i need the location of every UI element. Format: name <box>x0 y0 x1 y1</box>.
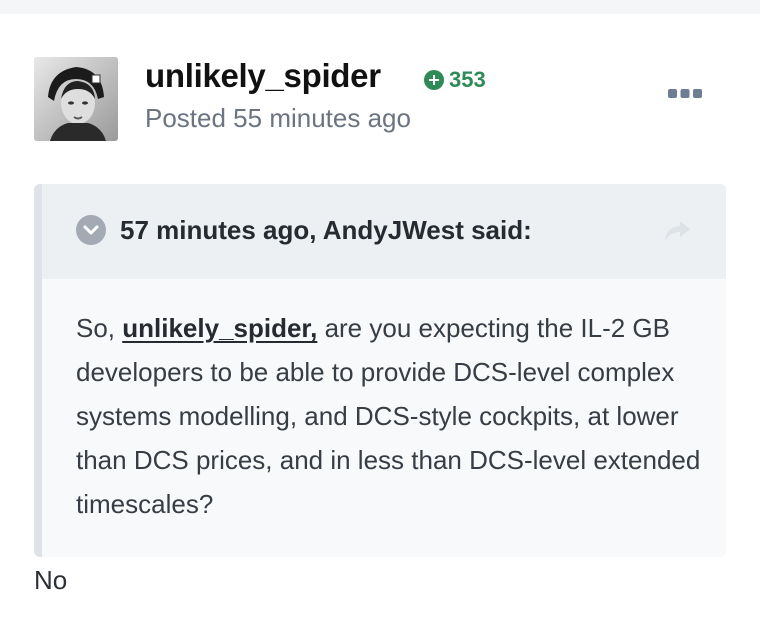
avatar[interactable] <box>34 57 118 141</box>
quote-body: So, unlikely_spider, are you expecting t… <box>76 306 706 526</box>
ellipsis-icon <box>668 89 702 98</box>
quote-citation[interactable]: 57 minutes ago, AndyJWest said: <box>120 212 532 248</box>
post-timestamp: Posted 55 minutes ago <box>145 103 411 133</box>
post-container: unlikely_spider 353 Posted 55 minutes ag… <box>0 14 760 626</box>
quote-share-button[interactable] <box>662 218 692 244</box>
quote-block: 57 minutes ago, AndyJWest said: So, unli… <box>34 184 726 557</box>
quote-header: 57 minutes ago, AndyJWest said: <box>42 184 726 279</box>
chevron-down-icon <box>83 225 99 235</box>
post-body-text: No <box>34 565 68 595</box>
quote-text: are you expecting the IL-2 GB developers… <box>76 313 701 519</box>
plus-circle-icon <box>424 70 444 90</box>
share-arrow-icon <box>665 221 690 241</box>
reputation-badge[interactable]: 353 <box>424 67 486 92</box>
reputation-count: 353 <box>449 67 486 92</box>
post-menu-button[interactable] <box>662 84 708 104</box>
user-mention-link[interactable]: unlikely_spider, <box>122 313 317 343</box>
quote-toggle-button[interactable] <box>76 215 106 245</box>
avatar-image <box>34 57 118 141</box>
top-bar <box>0 0 760 14</box>
quote-text-prefix: So, <box>76 313 123 343</box>
author-name[interactable]: unlikely_spider <box>145 56 381 96</box>
